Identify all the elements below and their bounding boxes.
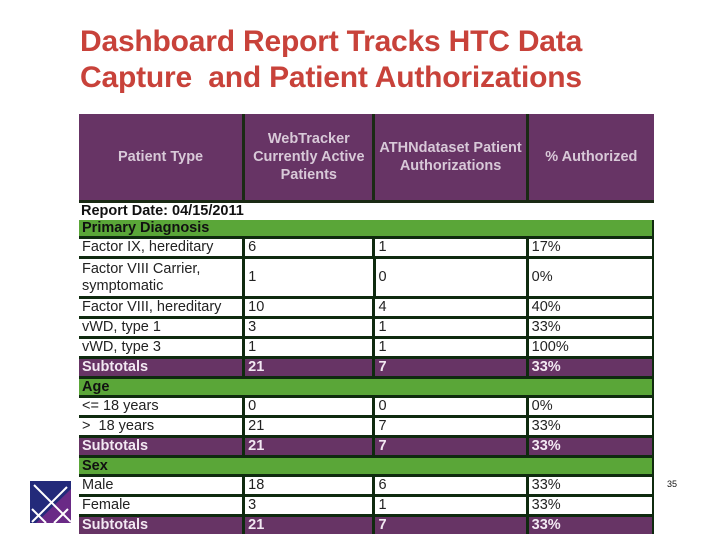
cell-active: 3	[245, 319, 373, 336]
cell-patient-type: Factor IX, hereditary	[79, 239, 243, 256]
table-row: Factor VIII Carrier, symptomatic 1 0 0%	[79, 256, 654, 296]
cell-percent: 17%	[528, 239, 652, 256]
cell-active: 0	[245, 398, 373, 415]
cell-percent: 33%	[528, 418, 652, 435]
table-header: Patient Type WebTracker Currently Active…	[79, 114, 654, 203]
section-row-age: Age	[79, 376, 654, 395]
crossed-lines-logo-icon	[30, 481, 71, 523]
subtotal-label: Subtotals	[79, 517, 243, 534]
cell-percent: 100%	[528, 339, 652, 356]
cell-active: 3	[245, 497, 373, 514]
cell-percent: 33%	[528, 497, 652, 514]
table-row: vWD, type 3 1 1 100%	[79, 336, 654, 356]
cell-authorized: 7	[375, 418, 526, 435]
cell-patient-type: vWD, type 1	[79, 319, 243, 336]
table-row: Male 18 6 33%	[79, 474, 654, 494]
cell-authorized: 1	[375, 239, 526, 256]
subtotal-percent: 33%	[528, 438, 652, 455]
header-authorizations: ATHNdataset Patient Authorizations	[375, 114, 526, 200]
cell-authorized: 4	[375, 299, 526, 316]
cell-patient-type: > 18 years	[79, 418, 243, 435]
cell-authorized: 1	[375, 319, 526, 336]
cell-authorized: 0	[375, 398, 526, 415]
subtotal-authorized: 7	[375, 438, 526, 455]
cell-active: 6	[245, 239, 373, 256]
cell-percent: 33%	[528, 477, 652, 494]
table-row: > 18 years 21 7 33%	[79, 415, 654, 435]
cell-percent: 40%	[528, 299, 652, 316]
subtotal-active: 21	[245, 517, 373, 534]
subtotal-authorized: 7	[375, 359, 526, 376]
report-date: Report Date: 04/15/2011	[81, 203, 244, 219]
cell-percent: 0%	[528, 398, 652, 415]
cell-patient-type: <= 18 years	[79, 398, 243, 415]
cell-active: 18	[245, 477, 373, 494]
cell-patient-type: Male	[79, 477, 243, 494]
cell-authorized: 1	[375, 497, 526, 514]
section-label: Primary Diagnosis	[79, 220, 654, 236]
subtotal-label: Subtotals	[79, 438, 243, 455]
data-table: Primary Diagnosis Factor IX, hereditary …	[79, 220, 654, 534]
section-row-sex: Sex	[79, 455, 654, 474]
table-row: Factor VIII, hereditary 10 4 40%	[79, 296, 654, 316]
subtotal-row: Subtotals 21 7 33%	[79, 435, 654, 455]
subtotal-row: Subtotals 21 7 33%	[79, 514, 654, 534]
cell-active: 1	[245, 259, 373, 296]
cell-active: 10	[245, 299, 373, 316]
section-row-primary-diagnosis: Primary Diagnosis	[79, 220, 654, 236]
header-patient-type: Patient Type	[79, 114, 243, 200]
subtotal-active: 21	[245, 359, 373, 376]
table-row: <= 18 years 0 0 0%	[79, 395, 654, 415]
cell-percent: 33%	[528, 319, 652, 336]
subtotal-active: 21	[245, 438, 373, 455]
slide-title: Dashboard Report Tracks HTC Data Capture…	[80, 25, 583, 94]
section-label: Sex	[79, 458, 654, 474]
cell-percent: 0%	[528, 259, 652, 296]
cell-active: 21	[245, 418, 373, 435]
cell-patient-type: Factor VIII Carrier, symptomatic	[79, 259, 243, 296]
cell-patient-type: vWD, type 3	[79, 339, 243, 356]
cell-patient-type: Factor VIII, hereditary	[79, 299, 243, 316]
cell-active: 1	[245, 339, 373, 356]
cell-authorized: 1	[375, 339, 526, 356]
cell-patient-type: Female	[79, 497, 243, 514]
cell-authorized: 6	[375, 477, 526, 494]
subtotal-authorized: 7	[375, 517, 526, 534]
subtotal-label: Subtotals	[79, 359, 243, 376]
subtotal-percent: 33%	[528, 517, 652, 534]
page-number: 35	[667, 479, 678, 489]
cell-authorized: 0	[375, 259, 526, 296]
section-label: Age	[79, 379, 654, 395]
table-row: Factor IX, hereditary 6 1 17%	[79, 236, 654, 256]
subtotal-row: Subtotals 21 7 33%	[79, 356, 654, 376]
subtotal-percent: 33%	[528, 359, 652, 376]
header-percent-authorized: % Authorized	[528, 114, 654, 200]
table-row: Female 3 1 33%	[79, 494, 654, 514]
header-active-patients: WebTracker Currently Active Patients	[245, 114, 373, 200]
table-row: vWD, type 1 3 1 33%	[79, 316, 654, 336]
